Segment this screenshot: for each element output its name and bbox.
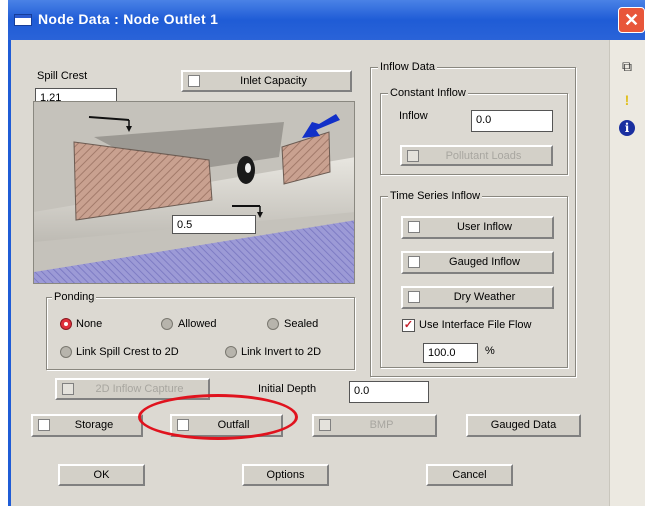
cancel-button[interactable]: Cancel: [426, 464, 513, 486]
link-invert-label: Link Invert to 2D: [241, 346, 322, 358]
ok-button[interactable]: OK: [58, 464, 145, 486]
inlet-capacity-button[interactable]: Inlet Capacity: [181, 70, 352, 92]
user-inflow-button[interactable]: User Inflow: [401, 216, 554, 239]
link-spill-label: Link Spill Crest to 2D: [76, 346, 179, 358]
initial-depth-label: Initial Depth: [258, 383, 317, 395]
hint-icon[interactable]: !: [618, 92, 636, 108]
interface-percent-input[interactable]: 100.0: [423, 343, 478, 363]
side-toolbar: [609, 40, 645, 506]
use-interface-checkbox[interactable]: ✓: [402, 319, 415, 332]
inflow-data-label: Inflow Data: [378, 61, 438, 73]
ponding-group: [46, 297, 355, 370]
link-invert-radio[interactable]: [225, 346, 237, 358]
ponding-label: Ponding: [52, 291, 97, 303]
window-icon: [14, 14, 32, 26]
inflow-input[interactable]: 0.0: [471, 110, 553, 132]
pollutant-loads-button[interactable]: Pollutant Loads: [400, 145, 553, 166]
constant-inflow-label: Constant Inflow: [388, 87, 468, 99]
close-button[interactable]: ✕: [618, 7, 645, 33]
window-title: Node Data : Node Outlet 1: [38, 11, 219, 27]
node-diagram: [33, 101, 355, 284]
ponding-allowed-label: Allowed: [178, 318, 217, 330]
time-series-label: Time Series Inflow: [388, 190, 483, 202]
percent-unit-label: %: [485, 345, 495, 357]
options-button[interactable]: Options: [242, 464, 329, 486]
dry-weather-button[interactable]: Dry Weather: [401, 286, 554, 309]
inflow-label: Inflow: [399, 110, 428, 122]
ponding-none-radio[interactable]: [60, 318, 72, 330]
ponding-sealed-label: Sealed: [284, 318, 319, 330]
gauged-inflow-button[interactable]: Gauged Inflow: [401, 251, 554, 274]
spill-crest-label: Spill Crest: [37, 70, 88, 82]
storage-button[interactable]: Storage: [31, 414, 143, 437]
diagram-lower-input[interactable]: 0.5: [172, 215, 256, 234]
gauged-data-button[interactable]: Gauged Data: [466, 414, 581, 437]
bmp-button[interactable]: BMP: [312, 414, 437, 437]
initial-depth-input[interactable]: 0.0: [349, 381, 429, 403]
ponding-none-label: None: [76, 318, 103, 330]
copy-icon[interactable]: ⧉: [618, 58, 636, 75]
link-spill-radio[interactable]: [60, 346, 72, 358]
highlight-oval: [138, 394, 298, 440]
node-diagram-graphic: [34, 102, 354, 283]
info-icon[interactable]: i: [618, 120, 636, 136]
use-interface-label: Use Interface File Flow: [419, 319, 532, 331]
ponding-allowed-radio[interactable]: [161, 318, 173, 330]
ponding-sealed-radio[interactable]: [267, 318, 279, 330]
inlet-capacity-checkbox[interactable]: [188, 75, 200, 87]
